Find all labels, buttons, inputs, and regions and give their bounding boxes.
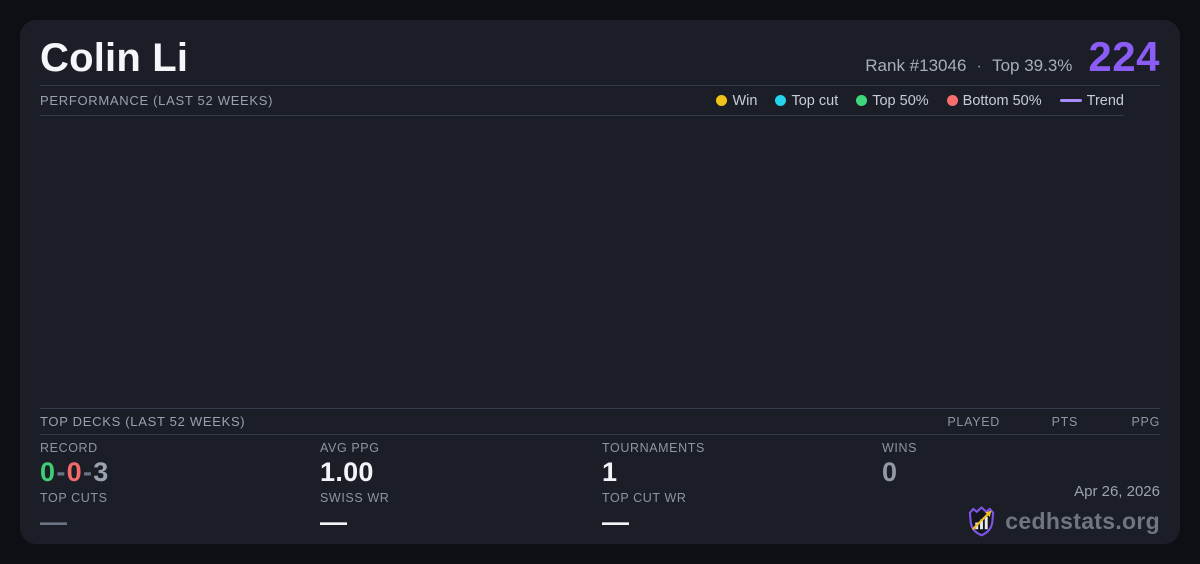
card-date: Apr 26, 2026 [1074, 483, 1160, 500]
stats-summary: RECORD 0-0-3 AVG PPG 1.00 TOURNAMENTS 1 … [40, 435, 1160, 544]
dot-separator: · [976, 56, 983, 75]
legend-label: Top 50% [872, 92, 929, 109]
legend-item-bottom-50: Bottom 50% [946, 92, 1042, 109]
column-pts: PTS [1051, 414, 1078, 429]
performance-section-header: PERFORMANCE (LAST 52 WEEKS) Win Top cut … [40, 86, 1124, 116]
brand-text: cedhstats.org [1005, 508, 1160, 534]
record-separator: - [82, 457, 93, 487]
cedhstats-shield-logo-icon [969, 506, 995, 537]
top-percent-text: Top 39.3% [992, 56, 1073, 75]
swiss-wr-value: — [320, 507, 348, 537]
stat-label: TOP CUTS [40, 491, 108, 505]
avg-ppg-value: 1.00 [320, 457, 374, 487]
legend-label: Top cut [791, 92, 839, 109]
record-wins: 0 [40, 457, 56, 487]
top-cut-dot-icon [775, 95, 787, 106]
chart-legend: Win Top cut Top 50% Bottom 50% Trend [716, 93, 1124, 109]
stat-record: RECORD 0-0-3 [40, 441, 320, 491]
rank-score-group: Rank #13046 · Top 39.3% 224 [865, 36, 1160, 78]
player-name: Colin Li [40, 36, 189, 80]
card-footer: Apr 26, 2026 cedhstats.org [966, 483, 1160, 538]
record-draws: 3 [93, 457, 109, 487]
player-stats-card: Colin Li Rank #13046 · Top 39.3% 224 PERFO… [20, 20, 1180, 544]
top-decks-columns: PLAYED PTS PPG [940, 415, 1160, 429]
record-separator: - [56, 457, 66, 487]
win-dot-icon [716, 95, 728, 106]
bottom-50-dot-icon [946, 95, 958, 106]
top-cuts-value: — [40, 507, 68, 537]
stat-swiss-wr: SWISS WR — [320, 491, 602, 544]
top-decks-title: TOP DECKS (LAST 52 WEEKS) [40, 414, 246, 429]
legend-label: Trend [1086, 92, 1124, 109]
player-score: 224 [1088, 33, 1160, 80]
stat-label: SWISS WR [320, 491, 390, 505]
legend-item-win: Win [716, 93, 757, 109]
top-decks-header: TOP DECKS (LAST 52 WEEKS) PLAYED PTS PPG [40, 408, 1160, 435]
rank-text: Rank #13046 [865, 56, 967, 75]
trend-line-icon [1059, 99, 1082, 102]
performance-title: PERFORMANCE (LAST 52 WEEKS) [40, 93, 274, 108]
column-ppg: PPG [1131, 414, 1160, 429]
legend-item-top-cut: Top cut [775, 93, 838, 109]
stat-tournaments: TOURNAMENTS 1 [602, 441, 882, 491]
legend-item-trend: Trend [1059, 92, 1124, 109]
stat-label: RECORD [40, 441, 98, 455]
record-losses: 0 [66, 457, 82, 487]
legend-item-top-50: Top 50% [856, 92, 929, 109]
stat-label: TOP CUT WR [602, 491, 687, 505]
stat-top-cut-wr: TOP CUT WR — [602, 491, 882, 544]
stat-label: AVG PPG [320, 441, 380, 455]
rank-summary: Rank #13046 · Top 39.3% [865, 56, 1072, 76]
top-cut-wr-value: — [602, 507, 630, 537]
brand-row: cedhstats.org [966, 505, 1160, 538]
top-50-dot-icon [856, 95, 868, 106]
stat-top-cuts: TOP CUTS — [40, 491, 320, 544]
stat-label: TOURNAMENTS [602, 441, 705, 455]
stat-avg-ppg: AVG PPG 1.00 [320, 441, 602, 491]
record-value: 0-0-3 [40, 457, 320, 487]
stat-label: WINS [882, 441, 918, 455]
legend-label: Bottom 50% [962, 92, 1042, 109]
column-played: PLAYED [947, 414, 1000, 429]
legend-label: Win [732, 92, 758, 109]
performance-chart [40, 116, 1160, 408]
card-header: Colin Li Rank #13046 · Top 39.3% 224 [40, 20, 1160, 85]
tournaments-value: 1 [602, 457, 618, 487]
